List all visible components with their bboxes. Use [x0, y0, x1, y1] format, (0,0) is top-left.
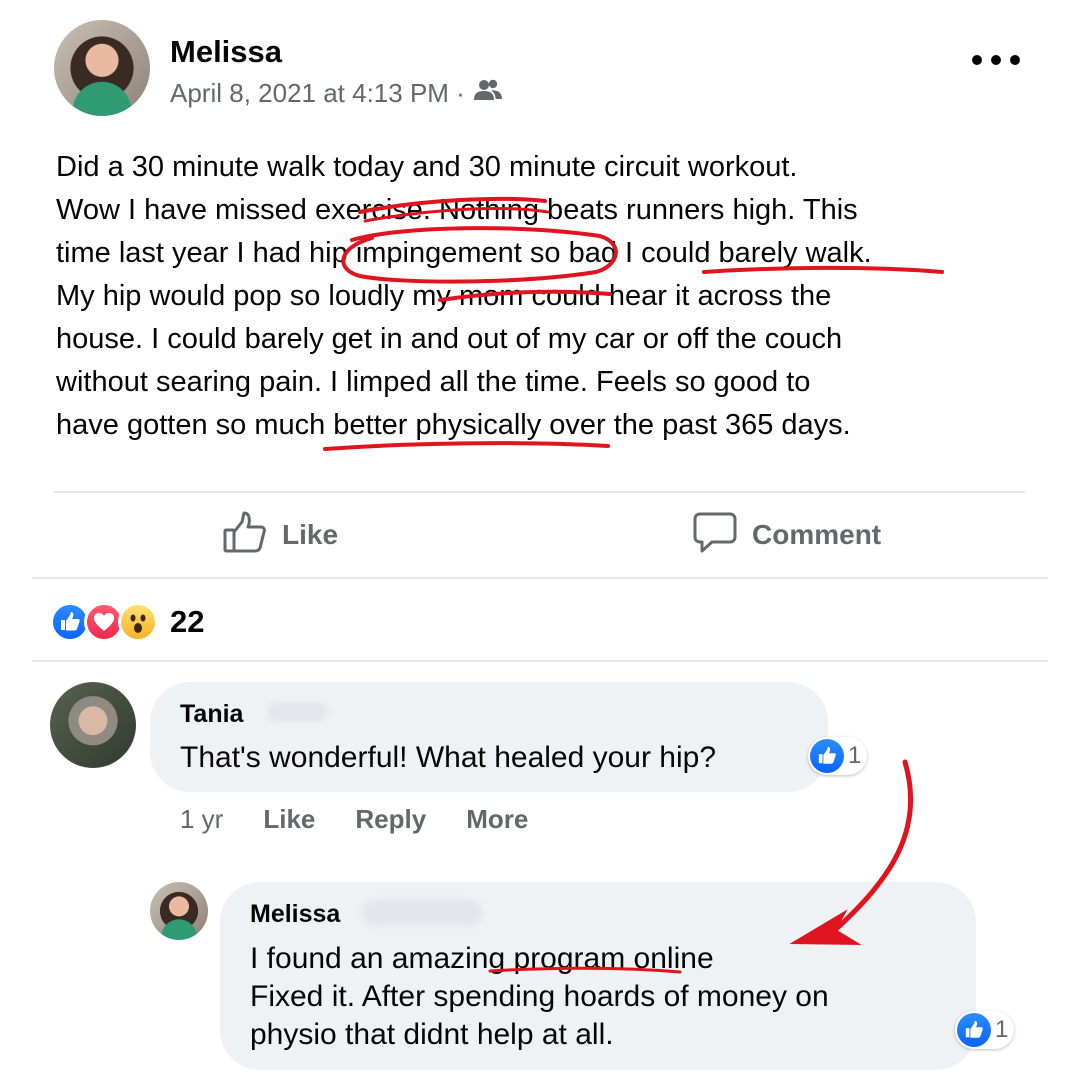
thumbs-up-icon — [222, 510, 268, 561]
more-dots-icon[interactable] — [972, 40, 1020, 80]
comment-reply-link[interactable]: Reply — [355, 804, 426, 835]
post-line: Did a 30 minute walk today and 30 minute… — [56, 151, 798, 183]
reply-line: I found an amazing program online — [250, 942, 714, 975]
reply-avatar[interactable] — [150, 882, 208, 940]
post-line: Wow I have missed exercise. Nothing beat… — [56, 194, 858, 226]
divider — [32, 660, 1048, 662]
comment-time[interactable]: 1 yr — [180, 804, 223, 835]
reply-line: Fixed it. After spending hoards of money… — [250, 980, 829, 1013]
like-button[interactable]: Like — [222, 510, 338, 560]
comment-icon — [692, 510, 738, 561]
comment-like-badge[interactable]: 1 — [808, 737, 868, 775]
author-avatar[interactable] — [54, 20, 150, 116]
comment-like-link[interactable]: Like — [263, 804, 315, 835]
post-line: have gotten so much better physically ov… — [56, 409, 851, 441]
divider — [32, 577, 1048, 579]
comment-button[interactable]: Comment — [692, 510, 881, 560]
post-line: time last year I had hip impingement so … — [56, 237, 872, 269]
redacted-blur — [268, 702, 328, 722]
reply-text: I found an amazing program online Fixed … — [250, 940, 829, 1054]
comment-like-count: 1 — [848, 742, 862, 769]
commenter-name[interactable]: Tania — [180, 700, 243, 729]
post-line: house. I could barely get in and out of … — [56, 323, 843, 355]
post-text: Did a 30 minute walk today and 30 minute… — [56, 146, 1046, 447]
comment-more-link[interactable]: More — [466, 804, 528, 835]
reactions-summary[interactable]: 22 — [50, 600, 204, 644]
commenter-avatar[interactable] — [50, 682, 136, 768]
like-reaction-icon — [810, 739, 844, 773]
comment-button-label: Comment — [752, 519, 882, 550]
post-line: My hip would pop so loudly my mom could … — [56, 280, 832, 312]
reply-like-count: 1 — [995, 1016, 1009, 1043]
friends-icon — [473, 78, 503, 109]
post-line: without searing pain. I limped all the t… — [56, 366, 811, 398]
comment-bubble — [150, 682, 828, 792]
reply-like-badge[interactable]: 1 — [955, 1011, 1015, 1049]
divider — [54, 491, 1025, 493]
redacted-blur — [362, 900, 482, 926]
wow-reaction-icon — [118, 602, 158, 642]
post-author-name[interactable]: Melissa — [170, 34, 282, 70]
like-button-label: Like — [282, 519, 339, 550]
reaction-count: 22 — [170, 604, 205, 639]
comment-actions: 1 yr Like Reply More — [180, 804, 568, 835]
reply-author-name[interactable]: Melissa — [250, 900, 340, 929]
like-reaction-icon — [957, 1013, 991, 1047]
comment-text: That's wonderful! What healed your hip? — [180, 741, 717, 774]
post-meta: April 8, 2021 at 4:13 PM · — [170, 78, 503, 109]
post-timestamp[interactable]: April 8, 2021 at 4:13 PM · — [170, 78, 465, 109]
reply-line: physio that didnt help at all. — [250, 1018, 614, 1051]
